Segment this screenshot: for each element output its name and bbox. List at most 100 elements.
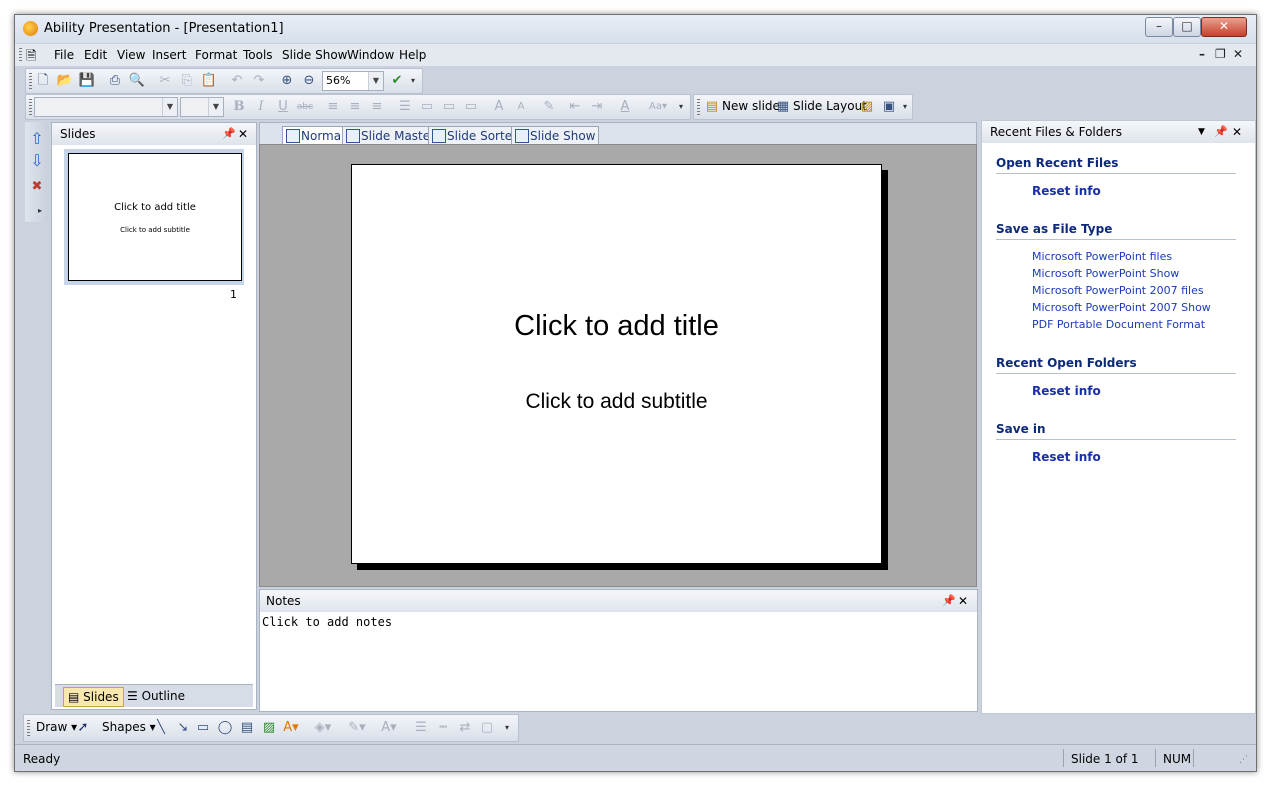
document-icon[interactable]: 🗎 xyxy=(26,47,36,69)
move-up-icon[interactable]: ⇧ xyxy=(28,130,46,148)
new-icon[interactable]: 🗋 xyxy=(34,72,52,90)
align-top-icon[interactable]: ▭ xyxy=(418,98,436,116)
tab-slide-show[interactable]: Slide Show xyxy=(511,126,600,145)
close-icon[interactable]: ✕ xyxy=(238,123,248,145)
shadow-icon[interactable]: ▢ xyxy=(478,719,496,737)
strikethrough-icon[interactable]: abc xyxy=(296,98,314,116)
toolbar-options-icon[interactable]: ▾ xyxy=(408,72,418,90)
doc-minimize-button[interactable]: – xyxy=(1199,47,1205,61)
file-type-link[interactable]: Microsoft PowerPoint 2007 Show xyxy=(1032,301,1211,314)
doc-restore-button[interactable]: ❐ xyxy=(1215,47,1226,61)
file-type-link[interactable]: PDF Portable Document Format xyxy=(1032,318,1205,331)
slide[interactable]: Click to add title Click to add subtitle xyxy=(351,164,882,564)
close-icon[interactable]: ✕ xyxy=(1232,121,1242,143)
font-name-select[interactable]: ▼ xyxy=(34,97,178,117)
toolbar-grip[interactable] xyxy=(29,99,32,115)
new-slide-button[interactable]: New slide xyxy=(722,99,780,113)
slide-show-icon[interactable]: ▣ xyxy=(880,98,898,116)
close-icon[interactable]: ✕ xyxy=(958,590,968,612)
numbering-icon[interactable]: ☰ xyxy=(396,98,414,116)
line-color-icon[interactable]: ✎▾ xyxy=(348,719,366,737)
print-preview-icon[interactable]: 🔍 xyxy=(128,72,146,90)
word-art-icon[interactable]: A▾ xyxy=(282,719,300,737)
resize-grip-icon[interactable]: ⋰ xyxy=(1239,755,1248,765)
toolbar-options-icon[interactable]: ▾ xyxy=(900,98,910,116)
toolbar-options-icon[interactable]: ▾ xyxy=(502,719,512,737)
menu-view[interactable]: View xyxy=(117,48,145,62)
toolbar-grip[interactable] xyxy=(697,99,700,115)
cut-icon[interactable]: ✂ xyxy=(156,72,174,90)
toolbar-grip[interactable] xyxy=(27,720,30,736)
decrease-indent-icon[interactable]: ⇤ xyxy=(566,98,584,116)
menu-grip[interactable] xyxy=(19,48,22,62)
pin-icon[interactable]: 📌 xyxy=(222,123,236,145)
reset-info-link[interactable]: Reset info xyxy=(1032,450,1101,464)
decrease-font-icon[interactable]: A xyxy=(512,98,530,116)
file-type-link[interactable]: Microsoft PowerPoint Show xyxy=(1032,267,1179,280)
tab-normal[interactable]: Normal xyxy=(282,126,349,145)
menu-edit[interactable]: Edit xyxy=(84,48,107,62)
bold-icon[interactable]: B xyxy=(230,98,248,116)
underline-icon[interactable]: U xyxy=(274,98,292,116)
format-painter-icon[interactable]: ✎ xyxy=(540,98,558,116)
ellipse-icon[interactable]: ◯ xyxy=(216,719,234,737)
text-box-icon[interactable]: ▤ xyxy=(238,719,256,737)
align-middle-icon[interactable]: ▭ xyxy=(440,98,458,116)
toolbar-grip[interactable] xyxy=(29,73,32,89)
menu-insert[interactable]: Insert xyxy=(152,48,186,62)
spell-check-icon[interactable]: ✔ xyxy=(388,72,406,90)
close-button[interactable]: ✕ xyxy=(1201,17,1247,37)
save-icon[interactable]: 💾 xyxy=(78,72,96,90)
menu-slide-show[interactable]: Slide Show xyxy=(282,48,347,62)
reset-info-link[interactable]: Reset info xyxy=(1032,384,1101,398)
open-icon[interactable]: 📂 xyxy=(56,72,74,90)
zoom-select[interactable]: 56% ▼ xyxy=(322,71,384,91)
pin-icon[interactable]: 📌 xyxy=(942,590,956,612)
slide-layout-button[interactable]: Slide Layout xyxy=(793,99,867,113)
align-left-icon[interactable]: ≡ xyxy=(324,98,342,116)
background-icon[interactable]: ▨ xyxy=(858,98,876,116)
notes-input[interactable]: Click to add notes xyxy=(262,615,392,629)
font-size-select[interactable]: ▼ xyxy=(180,97,224,117)
font-color-icon[interactable]: A xyxy=(616,98,634,116)
italic-icon[interactable]: I xyxy=(252,98,270,116)
file-type-link[interactable]: Microsoft PowerPoint 2007 files xyxy=(1032,284,1204,297)
picture-icon[interactable]: ▨ xyxy=(260,719,278,737)
copy-icon[interactable]: ⎘ xyxy=(178,72,196,90)
tab-slide-master[interactable]: Slide Master xyxy=(342,126,440,145)
shapes-menu-button[interactable]: Shapes ▾ xyxy=(102,720,156,734)
minimize-button[interactable]: – xyxy=(1145,17,1173,37)
doc-close-button[interactable]: ✕ xyxy=(1233,47,1243,61)
slide-layout-icon[interactable]: ▦ xyxy=(774,98,792,116)
menu-tools[interactable]: Tools xyxy=(243,48,273,62)
tab-outline[interactable]: ☰ Outline xyxy=(123,687,189,705)
toolbar-options-icon[interactable]: ▾ xyxy=(676,98,686,116)
print-icon[interactable]: ⎙ xyxy=(106,72,124,90)
arrow-icon[interactable]: ↘ xyxy=(174,719,192,737)
menu-window[interactable]: Window xyxy=(347,48,394,62)
menu-format[interactable]: Format xyxy=(195,48,237,62)
select-arrow-icon[interactable]: ➚ xyxy=(74,719,92,737)
delete-slide-icon[interactable]: ✖ xyxy=(28,178,46,196)
zoom-in-icon[interactable]: ⊕ xyxy=(278,72,296,90)
undo-icon[interactable]: ↶ xyxy=(228,72,246,90)
tab-slides[interactable]: ▤ Slides xyxy=(63,687,124,707)
maximize-button[interactable]: □ xyxy=(1173,17,1201,37)
file-type-link[interactable]: Microsoft PowerPoint files xyxy=(1032,250,1172,263)
rectangle-icon[interactable]: ▭ xyxy=(194,719,212,737)
chevron-down-icon[interactable]: ▼ xyxy=(1198,121,1205,143)
reset-info-link[interactable]: Reset info xyxy=(1032,184,1101,198)
menu-file[interactable]: File xyxy=(54,48,74,62)
menu-help[interactable]: Help xyxy=(399,48,426,62)
move-down-icon[interactable]: ⇩ xyxy=(28,152,46,170)
arrow-style-icon[interactable]: ⇄ xyxy=(456,719,474,737)
align-right-icon[interactable]: ≡ xyxy=(368,98,386,116)
increase-indent-icon[interactable]: ⇥ xyxy=(588,98,606,116)
text-effects-icon[interactable]: Aa▾ xyxy=(644,98,672,116)
pin-icon[interactable]: 📌 xyxy=(1214,121,1228,143)
line-icon[interactable]: ╲ xyxy=(152,719,170,737)
paste-icon[interactable]: 📋 xyxy=(200,72,218,90)
align-bottom-icon[interactable]: ▭ xyxy=(462,98,480,116)
fill-color-icon[interactable]: ◈▾ xyxy=(314,719,332,737)
zoom-out-icon[interactable]: ⊖ xyxy=(300,72,318,90)
